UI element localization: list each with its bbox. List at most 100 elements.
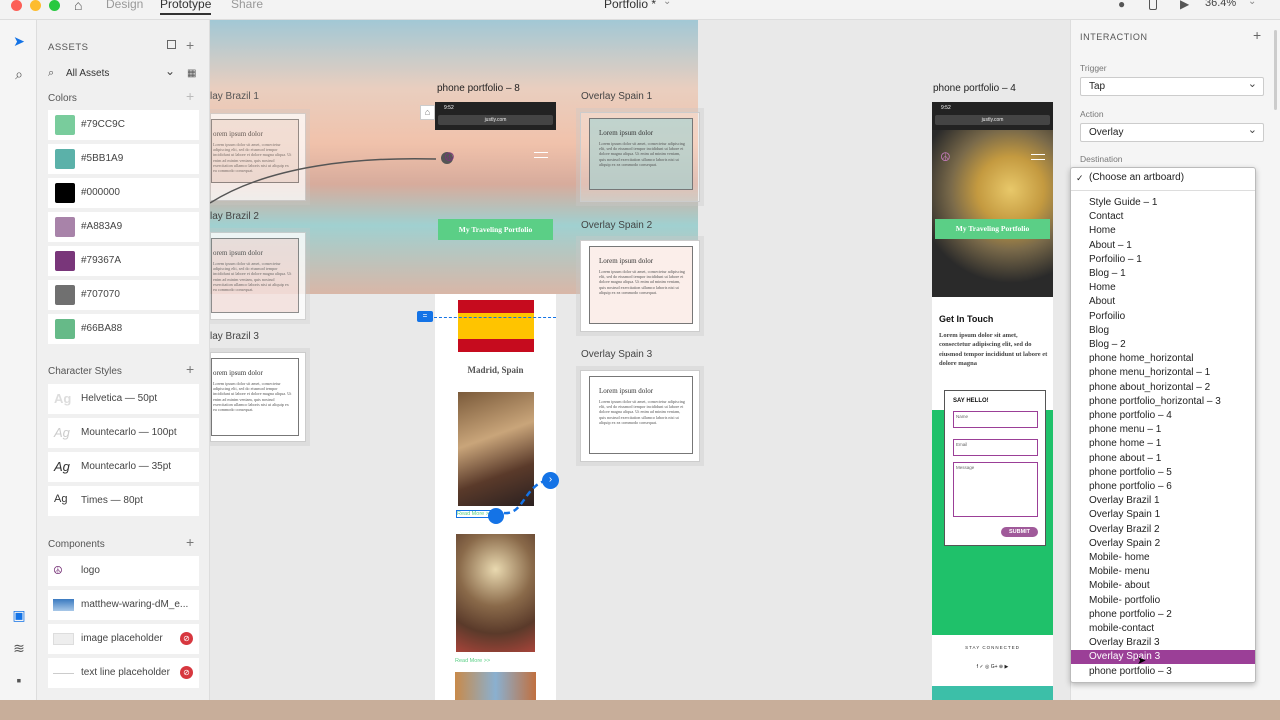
- search-icon[interactable]: ⌕: [48, 67, 54, 80]
- close-window-button[interactable]: [11, 0, 22, 11]
- dropdown-artboard-option[interactable]: mobile-contact: [1071, 622, 1255, 636]
- device-preview-icon[interactable]: [1149, 0, 1157, 10]
- color-swatch-row[interactable]: #66BA88: [48, 314, 199, 344]
- character-style-row[interactable]: Ag Mountecarlo — 100pt: [48, 418, 199, 448]
- link-library-icon[interactable]: [167, 40, 176, 49]
- filter-chevron-icon[interactable]: ⌄: [165, 64, 175, 78]
- phone-portfolio-8-artboard[interactable]: 9:52 justly.com ☮ My Traveling Portfolio…: [435, 102, 556, 700]
- dropdown-artboard-option[interactable]: About: [1071, 295, 1255, 309]
- add-interaction-button[interactable]: +: [1253, 27, 1261, 43]
- layers-icon[interactable]: ≋: [11, 640, 27, 656]
- hero-button[interactable]: My Traveling Portfolio: [935, 219, 1050, 239]
- chevron-down-icon[interactable]: ⌄: [663, 0, 671, 7]
- color-swatch-row[interactable]: #79367A: [48, 246, 199, 276]
- overlay-spain-3[interactable]: Lorem ipsum dolor Lorem ipsum dolor sit …: [580, 370, 700, 462]
- tab-share[interactable]: Share: [231, 0, 263, 11]
- dropdown-artboard-option[interactable]: Style Guide – 1: [1071, 196, 1255, 210]
- email-field[interactable]: Email: [953, 439, 1038, 456]
- dropdown-artboard-option[interactable]: Mobile- about: [1071, 579, 1255, 593]
- phone-portfolio-4-artboard[interactable]: 9:52 justly.com ☮ My Traveling Portfolio…: [932, 102, 1053, 700]
- dropdown-artboard-option[interactable]: Blog – 1: [1071, 267, 1255, 281]
- component-row[interactable]: ☮ logo: [48, 556, 199, 586]
- add-asset-button[interactable]: +: [186, 37, 194, 53]
- assets-panel-icon[interactable]: ▣: [11, 607, 27, 623]
- zoom-chevron-icon[interactable]: ⌄: [1248, 0, 1256, 7]
- hamburger-menu-icon[interactable]: [534, 152, 548, 158]
- artboard-label-portfolio8[interactable]: phone portfolio – 8: [437, 83, 520, 94]
- name-field[interactable]: Name: [953, 411, 1038, 428]
- dropdown-artboard-option[interactable]: Mobile- home: [1071, 551, 1255, 565]
- dropdown-artboard-option[interactable]: phone portfolio – 5: [1071, 466, 1255, 480]
- logo-mark-icon[interactable]: ☮: [940, 150, 951, 164]
- select-tool-icon[interactable]: ➤: [11, 33, 27, 49]
- color-swatch-row[interactable]: #707070: [48, 280, 199, 310]
- color-swatch-row[interactable]: #A883A9: [48, 212, 199, 242]
- component-row[interactable]: image placeholder ⊘: [48, 624, 199, 654]
- overlay-spain-2[interactable]: Lorem ipsum dolor Lorem ipsum dolor sit …: [580, 240, 700, 332]
- artboard-label-spain3[interactable]: Overlay Spain 3: [581, 349, 652, 360]
- color-swatch-row[interactable]: #79CC9C: [48, 110, 199, 140]
- zoom-window-button[interactable]: [49, 0, 60, 11]
- hero-button[interactable]: My Traveling Portfolio: [438, 219, 553, 240]
- zoom-level[interactable]: 36.4%: [1205, 0, 1236, 9]
- component-row[interactable]: text line placeholder ⊘: [48, 658, 199, 688]
- dropdown-artboard-option[interactable]: Overlay Spain 3: [1071, 650, 1255, 665]
- submit-button[interactable]: SUBMIT: [1001, 527, 1038, 537]
- character-style-row[interactable]: Ag Times — 80pt: [48, 486, 199, 516]
- artboard-label-portfolio4[interactable]: phone portfolio – 4: [933, 83, 1016, 94]
- dropdown-artboard-option[interactable]: phone portfolio – 6: [1071, 480, 1255, 494]
- artboard-label-spain1[interactable]: Overlay Spain 1: [581, 91, 652, 102]
- grid-view-icon[interactable]: ▦: [187, 68, 196, 79]
- add-character-style-button[interactable]: +: [186, 361, 194, 377]
- component-row[interactable]: matthew-waring-dM_e...: [48, 590, 199, 620]
- overlay-spain-1[interactable]: Lorem ipsum dolor Lorem ipsum dolor sit …: [580, 112, 700, 202]
- message-field[interactable]: Message: [953, 462, 1038, 517]
- color-swatch-row[interactable]: #5BB1A9: [48, 144, 199, 174]
- hamburger-menu-icon[interactable]: [1031, 154, 1045, 160]
- artboard-home-marker-icon[interactable]: ⌂: [420, 105, 435, 120]
- trigger-select[interactable]: Tap: [1080, 77, 1264, 96]
- zoom-search-icon[interactable]: ⌕: [11, 66, 27, 82]
- dropdown-artboard-option[interactable]: Overlay Brazil 1: [1071, 494, 1255, 508]
- dropdown-artboard-option[interactable]: Home: [1071, 224, 1255, 238]
- broken-link-icon[interactable]: ⊘: [180, 632, 193, 645]
- plugins-icon[interactable]: ▪: [11, 672, 27, 688]
- dropdown-artboard-option[interactable]: Porfoilio: [1071, 310, 1255, 324]
- hotspot-handle-icon[interactable]: =: [417, 311, 433, 322]
- tab-design[interactable]: Design: [106, 0, 143, 11]
- dropdown-artboard-option[interactable]: phone about_horizontal – 2: [1071, 381, 1255, 395]
- dropdown-artboard-option[interactable]: Home: [1071, 281, 1255, 295]
- dropdown-artboard-option[interactable]: phone home_horizontal: [1071, 352, 1255, 366]
- read-more-link[interactable]: Read More >>: [455, 510, 494, 518]
- broken-link-icon[interactable]: ⊘: [180, 666, 193, 679]
- dropdown-artboard-option[interactable]: Blog – 2: [1071, 338, 1255, 352]
- dropdown-artboard-option[interactable]: phone portfolio – 4: [1071, 409, 1255, 423]
- dropdown-artboard-option[interactable]: phone menu_horizontal – 1: [1071, 366, 1255, 380]
- dropdown-artboard-option[interactable]: Overlay Brazil 2: [1071, 523, 1255, 537]
- overlay-brazil-3[interactable]: orem ipsum dolor Lorem ipsum dolor sit a…: [210, 352, 306, 442]
- wire-arrow-button[interactable]: ›: [542, 472, 559, 489]
- add-component-button[interactable]: +: [186, 534, 194, 550]
- dropdown-artboard-option[interactable]: phone portfolio – 3: [1071, 665, 1255, 679]
- dropdown-artboard-option[interactable]: Overlay Spain 2: [1071, 537, 1255, 551]
- add-color-button[interactable]: +: [186, 88, 194, 104]
- dropdown-artboard-option[interactable]: Mobile- portfolio: [1071, 594, 1255, 608]
- home-icon[interactable]: ⌂: [74, 0, 82, 13]
- artboard-label-spain2[interactable]: Overlay Spain 2: [581, 220, 652, 231]
- dropdown-artboard-option[interactable]: Overlay Brazil 3: [1071, 636, 1255, 650]
- dropdown-artboard-option[interactable]: Overlay Spain 1: [1071, 508, 1255, 522]
- dropdown-artboard-option[interactable]: phone home – 1: [1071, 437, 1255, 451]
- share-user-icon[interactable]: ●: [1118, 0, 1125, 11]
- tab-prototype[interactable]: Prototype: [160, 0, 212, 15]
- dropdown-artboard-option[interactable]: Contact: [1071, 210, 1255, 224]
- dropdown-choose-artboard[interactable]: ✓ (Choose an artboard): [1071, 171, 1255, 185]
- dropdown-artboard-option[interactable]: Mobile- menu: [1071, 565, 1255, 579]
- panel-scrollbar[interactable]: [1274, 30, 1277, 110]
- social-icons[interactable]: f ✓ ◎ G+ ⊕ ▶: [932, 664, 1053, 670]
- character-style-row[interactable]: Ag Mountecarlo — 35pt: [48, 452, 199, 482]
- read-more-link-2[interactable]: Read More >>: [455, 658, 490, 664]
- color-swatch-row[interactable]: #000000: [48, 178, 199, 208]
- dropdown-artboard-option[interactable]: Blog: [1071, 324, 1255, 338]
- dropdown-artboard-option[interactable]: About – 1: [1071, 239, 1255, 253]
- dropdown-artboard-option[interactable]: phone portfolio_horizontal – 3: [1071, 395, 1255, 409]
